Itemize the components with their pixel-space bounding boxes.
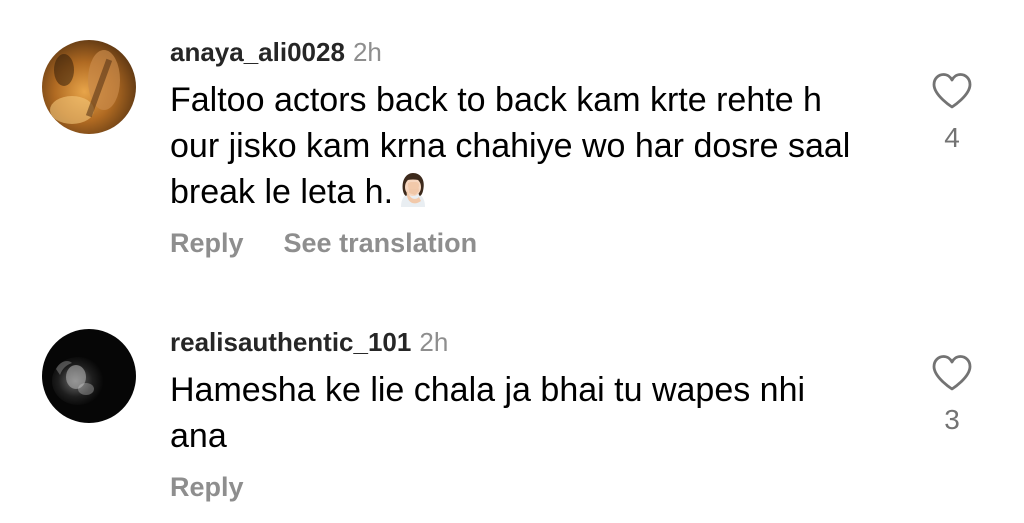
comment-body: realisauthentic_101 2h Hamesha ke lie cha… <box>170 324 870 507</box>
like-count: 3 <box>944 404 960 435</box>
woman-facepalming-icon <box>395 171 431 207</box>
comment-text-content: Faltoo actors back to back kam krte reht… <box>170 81 851 211</box>
comment-text: Faltoo actors back to back kam krte reht… <box>170 77 860 215</box>
comment-text: Hamesha ke lie chala ja bhai tu wapes nh… <box>170 371 806 455</box>
comment-actions: Reply <box>170 467 870 507</box>
like-count: 4 <box>944 122 960 153</box>
avatar-image <box>42 40 136 134</box>
timestamp: 2h <box>352 37 382 67</box>
heart-icon[interactable] <box>931 72 973 110</box>
reply-button[interactable]: Reply <box>170 228 244 258</box>
see-translation-button[interactable]: See translation <box>284 228 478 258</box>
heart-icon[interactable] <box>931 354 973 392</box>
comment-meta: anaya_ali0028 2h <box>170 34 870 70</box>
comment-item: anaya_ali0028 2h Faltoo actors back to ba… <box>0 0 1024 290</box>
reply-button[interactable]: Reply <box>170 472 244 502</box>
avatar-image <box>42 329 136 423</box>
comment-meta: realisauthentic_101 2h <box>170 324 870 360</box>
comment-body: anaya_ali0028 2h Faltoo actors back to ba… <box>170 34 870 263</box>
avatar[interactable] <box>42 329 136 423</box>
username[interactable]: anaya_ali0028 <box>170 37 345 67</box>
timestamp: 2h <box>419 327 449 357</box>
like-control: 3 <box>926 354 978 436</box>
comment-item: realisauthentic_101 2h Hamesha ke lie cha… <box>0 290 1024 523</box>
comment-actions: Reply See translation <box>170 223 870 263</box>
avatar[interactable] <box>42 40 136 134</box>
username[interactable]: realisauthentic_101 <box>170 327 411 357</box>
like-control: 4 <box>926 72 978 154</box>
